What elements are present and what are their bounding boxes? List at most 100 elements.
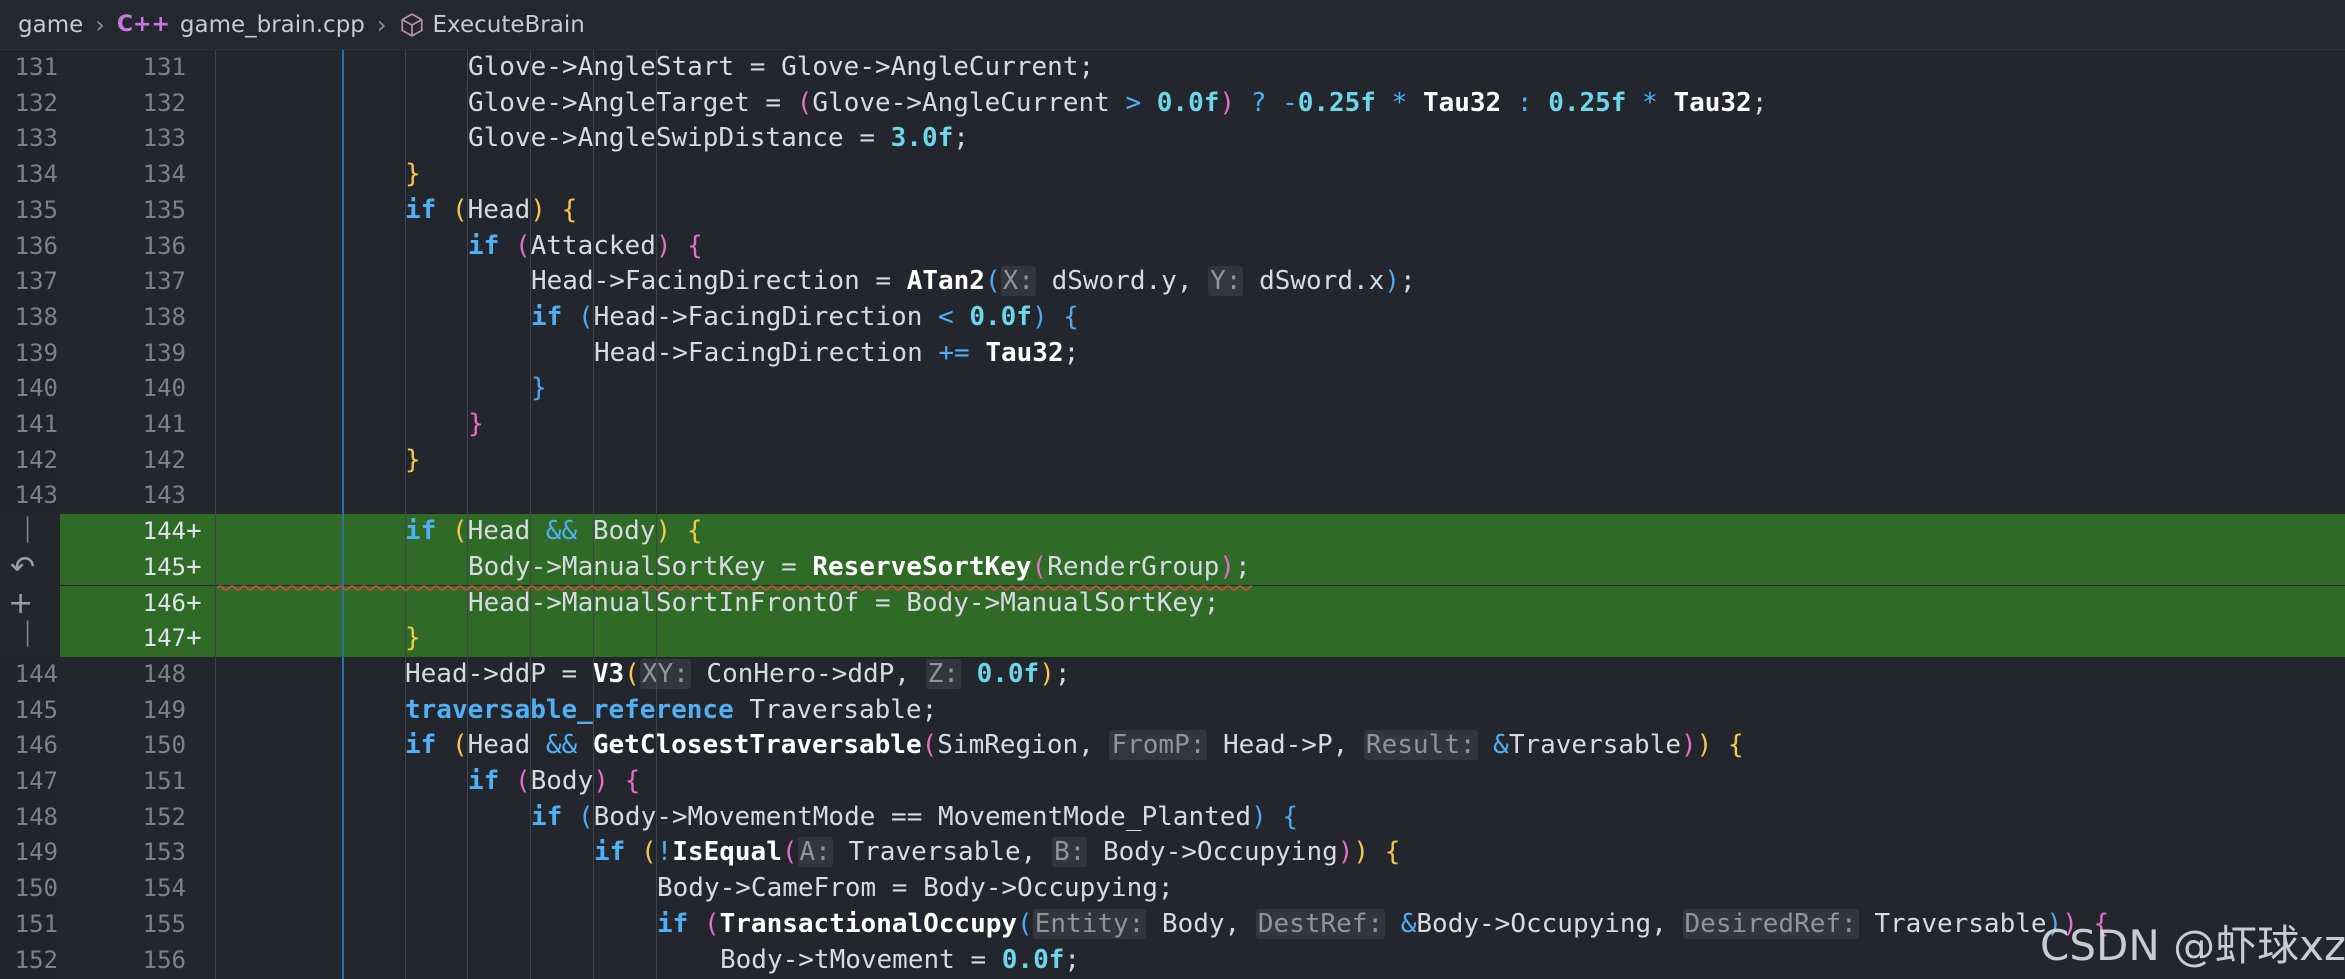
code-line[interactable]: 131 131 Glove->AngleStart = Glove->AngleCu… [0,50,2345,86]
code-text: Glove->AngleSwipDistance = 3.0f; [468,121,969,157]
code-line[interactable]: 148 152 if (Body->MovementMode == Movement… [0,800,2345,836]
code-line[interactable]: 152 156 Body->tMovement = 0.0f; [0,943,2345,979]
code-token: Head [467,516,546,547]
code-token: ) [1353,837,1370,868]
code-token: ; [1054,658,1071,689]
code-token: ATan2 [906,266,985,297]
code-token: } [405,623,421,654]
cube-symbol-icon [400,12,423,37]
code-line[interactable]: 147 151 if (Body) { [0,764,2345,800]
old-line-number: 143 [14,481,58,510]
diff-added-marker: + [186,587,202,618]
old-line-number: 134 [14,160,58,189]
new-line-number: 155 [142,909,186,938]
code-token: Tau32 [1422,87,1502,118]
old-line-number: 149 [14,838,58,867]
code-line[interactable]: 144 148 Head->ddP = V3(XY: ConHero->ddP, Z… [0,657,2345,693]
code-token: Head->ManualSortInFrontOf = Body->Manual… [468,587,1220,618]
code-token: ( [703,908,720,939]
code-text: if (!IsEqual(A: Traversable, B: Body->Oc… [594,835,1400,871]
code-token: 0.0f [969,301,1032,332]
old-line-number: 136 [14,231,58,260]
new-line-number: 141 [142,410,186,438]
watermark: CSDN @虾球xz [2040,921,2345,970]
cpp-file-icon: C++ [116,12,170,37]
code-token: ( [451,194,468,225]
code-line[interactable]: 138 138 if (Head->FacingDirection < 0.0f) … [0,300,2345,336]
inlay-hint: X: [1000,266,1036,297]
breadcrumb-folder[interactable]: game [18,12,83,38]
old-line-number: 138 [14,302,58,331]
added-code-line[interactable]: 145 + Body->ManualSortKey = ReserveSortKey… [0,549,2345,586]
code-token: ( [451,730,468,761]
code-text: Head->ddP = V3(XY: ConHero->ddP, Z: 0.0f… [405,657,1071,693]
old-line-number: 139 [14,338,58,367]
code-token: Glove->AngleTarget = [468,87,797,118]
code-line[interactable]: 151 155 if (TransactionalOccupy(Entity: Bo… [0,907,2345,943]
code-line[interactable]: 132 132 Glove->AngleTarget = (Glove->Angle… [0,86,2345,122]
code-token: dSword.x [1243,266,1385,297]
new-line-number: 133 [142,124,186,153]
add-line-icon[interactable]: + [8,586,33,621]
code-token: dSword.y, [1035,266,1209,297]
breadcrumb-symbol[interactable]: ExecuteBrain [433,12,585,38]
code-line[interactable]: 140 140} [0,371,2345,407]
new-line-number: 143 [142,481,186,510]
new-line-number: 146 [142,588,186,617]
code-token: Traversable [1858,908,2047,939]
code-line[interactable]: 134 134} [0,157,2345,193]
code-text: Body->ManualSortKey = ReserveSortKey(Ren… [468,550,1251,586]
code-token: ) [1219,551,1236,582]
added-code-line[interactable]: 147 +} [0,621,2345,657]
code-token: ! [656,837,673,868]
code-line[interactable]: 137 137 Head->FacingDirection = ATan2(X: d… [0,264,2345,300]
new-line-number: 150 [142,731,186,760]
revert-change-icon[interactable]: ↶ [10,550,35,585]
error-squiggle [217,585,1252,591]
code-token: ) [1337,837,1354,868]
code-text: if (TransactionalOccupy(Entity: Body, De… [657,907,2109,943]
code-line[interactable]: 135 135 if (Head) { [0,193,2345,229]
code-token: if [594,837,626,868]
code-line[interactable]: 142 142} [0,443,2345,479]
code-token: Body->MovementMode == MovementMode_Plant… [593,801,1252,832]
added-code-line[interactable]: 144 + if (Head && Body) { [0,514,2345,550]
code-token: ) [530,194,546,225]
code-token: } [405,444,421,475]
code-token: if [657,908,689,939]
code-token: 0.0f [1156,87,1220,118]
code-line[interactable]: 145 149 traversable_reference Traversable; [0,693,2345,729]
code-token: ; [1751,87,1768,118]
code-token: Glove->AngleStart = Glove->AngleCurrent; [468,52,1095,82]
code-token: Body [577,516,656,547]
diff-added-marker: + [186,516,202,547]
code-token: ( [921,730,938,761]
breadcrumb-file[interactable]: game_brain.cpp [180,12,365,38]
code-token: ( [514,766,531,796]
code-line[interactable]: 141 141} [0,407,2345,443]
code-line[interactable]: 133 133 Glove->AngleSwipDistance = 3.0f; [0,121,2345,157]
code-line[interactable]: 143 143 [0,478,2345,514]
code-line[interactable]: 149 153 if (!IsEqual(A: Traversable, B: Bo… [0,835,2345,871]
code-token: Traversable, [832,837,1052,868]
inlay-hint: DestRef: [1255,908,1386,939]
code-line[interactable]: 150 154 Body->CameFrom = Body->Occupying; [0,871,2345,907]
code-line[interactable]: 146 150 if (Head && GetClosestTraversable(… [0,728,2345,764]
code-line[interactable]: 139 139 Head->FacingDirection += Tau32; [0,336,2345,372]
old-line-number: 150 [14,874,58,903]
new-line-number: 153 [142,838,186,867]
code-token: TransactionalOccupy [719,908,1018,939]
code-token: if [405,516,437,547]
code-editor[interactable]: 131 131 Glove->AngleStart = Glove->AngleCu… [0,50,2345,979]
chevron-right-icon: › [376,10,387,39]
code-token: { [687,230,703,261]
code-token: ? - [1235,87,1298,118]
code-token: ) [593,766,609,796]
code-line[interactable]: 136 136 if (Attacked) { [0,229,2345,265]
indent-guide [215,50,216,979]
